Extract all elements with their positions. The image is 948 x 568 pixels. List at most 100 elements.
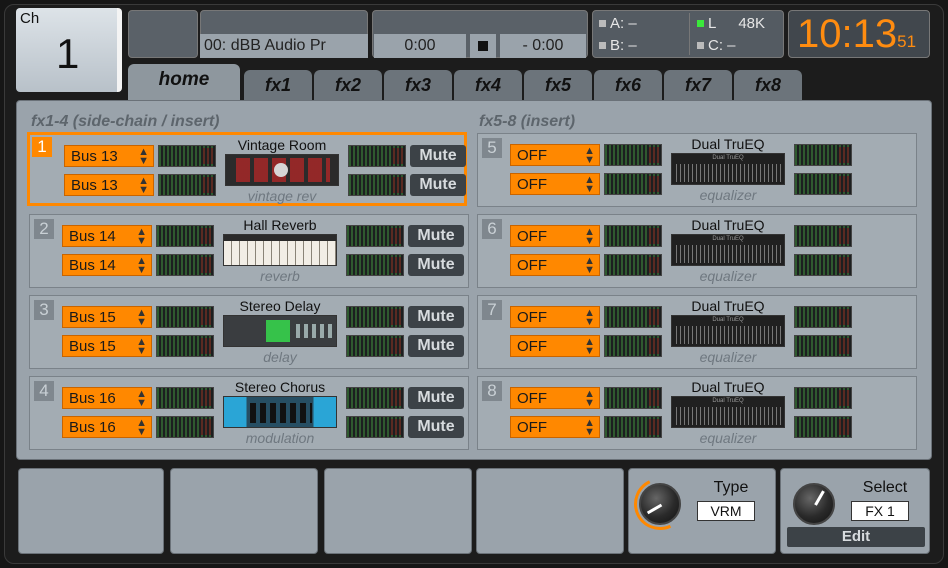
source-select-r[interactable]: OFF ▲ ▼ <box>510 173 600 195</box>
type-label: Type <box>713 479 749 496</box>
usb-status: L 48K <box>697 15 765 32</box>
select-knob-icon[interactable] <box>793 483 835 525</box>
fx-slot-7[interactable]: 7 OFF ▲ ▼ OFF ▲ ▼ Dual TruEQ Dual TruEQ equa… <box>477 295 917 369</box>
output-meter-r <box>346 254 404 276</box>
mute-button-l[interactable]: Mute <box>408 306 464 328</box>
fx-slot-6[interactable]: 6 OFF ▲ ▼ OFF ▲ ▼ Dual TruEQ Dual TruEQ equa… <box>477 214 917 288</box>
updown-arrow-icon: ▲ ▼ <box>584 307 595 328</box>
input-meter-l <box>156 387 214 409</box>
source-select-r[interactable]: Bus 14 ▲ ▼ <box>62 254 152 276</box>
tab-fx2[interactable]: fx2 <box>314 70 382 100</box>
clock-hm: 10:13 <box>797 12 898 56</box>
source-select-r[interactable]: OFF ▲ ▼ <box>510 254 600 276</box>
input-meter-r <box>158 174 216 196</box>
tab-fx3[interactable]: fx3 <box>384 70 452 100</box>
output-meter-l <box>346 306 404 328</box>
source-select-r[interactable]: Bus 16 ▲ ▼ <box>62 416 152 438</box>
slot-number: 6 <box>482 219 502 239</box>
fx-name: Dual TruEQ <box>691 379 765 395</box>
fx-name: Vintage Room <box>237 137 327 153</box>
mute-button-r[interactable]: Mute <box>408 335 464 357</box>
stop-icon[interactable] <box>470 34 496 58</box>
fx-thumbnail[interactable] <box>223 396 337 428</box>
clock: 10:1351 <box>788 10 930 58</box>
fx-type: modulation <box>245 430 315 446</box>
updown-arrow-icon: ▲ ▼ <box>138 175 149 196</box>
source-select-l[interactable]: Bus 13 ▲ ▼ <box>64 145 154 167</box>
fx-thumbnail[interactable]: Dual TruEQ <box>671 396 785 428</box>
source-select-l[interactable]: Bus 14 ▲ ▼ <box>62 225 152 247</box>
fx-thumbnail[interactable] <box>223 234 337 266</box>
softkey-cell-3[interactable] <box>324 468 472 554</box>
fx-thumbnail[interactable] <box>225 154 339 186</box>
type-encoder-cell[interactable]: Type VRM <box>626 468 776 554</box>
mute-button-r[interactable]: Mute <box>408 254 464 276</box>
fx-type: reverb <box>260 268 300 284</box>
updown-arrow-icon: ▲ ▼ <box>584 388 595 409</box>
slot-number: 1 <box>32 137 52 157</box>
output-meter-r <box>346 335 404 357</box>
tab-fx8[interactable]: fx8 <box>734 70 802 100</box>
fx-slot-4[interactable]: 4 Bus 16 ▲ ▼ Bus 16 ▲ ▼ Stereo Chorus modula… <box>29 376 469 450</box>
input-meter-l <box>156 306 214 328</box>
fx-thumbnail[interactable]: Dual TruEQ <box>671 315 785 347</box>
updown-arrow-icon: ▲ ▼ <box>584 336 595 357</box>
fx-slot-2[interactable]: 2 Bus 14 ▲ ▼ Bus 14 ▲ ▼ Hall Reverb reverb M… <box>29 214 469 288</box>
output-meter-r <box>794 254 852 276</box>
tab-home[interactable]: home <box>128 64 240 100</box>
section-title-fx1-4: fx1-4 (side-chain / insert) <box>31 113 220 130</box>
fx-thumbnail[interactable]: Dual TruEQ <box>671 234 785 266</box>
updown-arrow-icon: ▲ ▼ <box>138 146 149 167</box>
source-select-r[interactable]: OFF ▲ ▼ <box>510 416 600 438</box>
header-blank-box <box>128 10 198 58</box>
softkey-cell-1[interactable] <box>18 468 164 554</box>
source-select-l[interactable]: OFF ▲ ▼ <box>510 225 600 247</box>
source-select-r[interactable]: Bus 15 ▲ ▼ <box>62 335 152 357</box>
tab-fx4[interactable]: fx4 <box>454 70 522 100</box>
clock-seconds: 51 <box>897 32 917 51</box>
mute-button-l[interactable]: Mute <box>408 225 464 247</box>
fx-thumbnail[interactable] <box>223 315 337 347</box>
source-select-l[interactable]: Bus 16 ▲ ▼ <box>62 387 152 409</box>
tab-fx1[interactable]: fx1 <box>244 70 312 100</box>
input-meter-r <box>604 254 662 276</box>
fx-slot-3[interactable]: 3 Bus 15 ▲ ▼ Bus 15 ▲ ▼ Stereo Delay delay M… <box>29 295 469 369</box>
section-title-fx5-8: fx5-8 (insert) <box>479 113 576 130</box>
select-encoder-cell[interactable]: Select FX 1 Edit <box>780 468 930 554</box>
fx-slot-5[interactable]: 5 OFF ▲ ▼ OFF ▲ ▼ Dual TruEQ Dual TruEQ equa… <box>477 133 917 207</box>
source-select-l[interactable]: OFF ▲ ▼ <box>510 306 600 328</box>
softkey-cell-2[interactable] <box>170 468 318 554</box>
tab-fx6[interactable]: fx6 <box>594 70 662 100</box>
mute-button-l[interactable]: Mute <box>408 387 464 409</box>
edit-button[interactable]: Edit <box>787 527 925 547</box>
output-meter-r <box>348 174 406 196</box>
scene-name[interactable]: 00: dBB Audio Pr <box>200 34 368 58</box>
input-meter-l <box>604 387 662 409</box>
status-divider <box>689 13 690 55</box>
source-select-r[interactable]: Bus 13 ▲ ▼ <box>64 174 154 196</box>
source-select-r[interactable]: OFF ▲ ▼ <box>510 335 600 357</box>
updown-arrow-icon: ▲ ▼ <box>136 417 147 438</box>
softkey-cell-4[interactable] <box>476 468 624 554</box>
assign-b: B: – <box>599 37 637 54</box>
fx-slot-1[interactable]: 1 Bus 13 ▲ ▼ Bus 13 ▲ ▼ Vintage Room vintage… <box>27 132 467 206</box>
tab-fx5[interactable]: fx5 <box>524 70 592 100</box>
mute-button-r[interactable]: Mute <box>408 416 464 438</box>
updown-arrow-icon: ▲ ▼ <box>136 255 147 276</box>
sample-rate: 48K <box>738 15 766 32</box>
source-select-l[interactable]: OFF ▲ ▼ <box>510 144 600 166</box>
source-select-l[interactable]: Bus 15 ▲ ▼ <box>62 306 152 328</box>
fx-thumbnail[interactable]: Dual TruEQ <box>671 153 785 185</box>
tab-fx7[interactable]: fx7 <box>664 70 732 100</box>
mute-button-r[interactable]: Mute <box>410 174 466 196</box>
updown-arrow-icon: ▲ ▼ <box>584 174 595 195</box>
fx-slot-8[interactable]: 8 OFF ▲ ▼ OFF ▲ ▼ Dual TruEQ Dual TruEQ equa… <box>477 376 917 450</box>
fx-name: Dual TruEQ <box>691 298 765 314</box>
output-meter-l <box>346 387 404 409</box>
mute-button-l[interactable]: Mute <box>410 145 466 167</box>
type-knob-icon[interactable] <box>639 483 681 525</box>
slot-number: 3 <box>34 300 54 320</box>
source-select-l[interactable]: OFF ▲ ▼ <box>510 387 600 409</box>
output-meter-r <box>346 416 404 438</box>
channel-indicator[interactable]: Ch 1 <box>16 8 122 92</box>
